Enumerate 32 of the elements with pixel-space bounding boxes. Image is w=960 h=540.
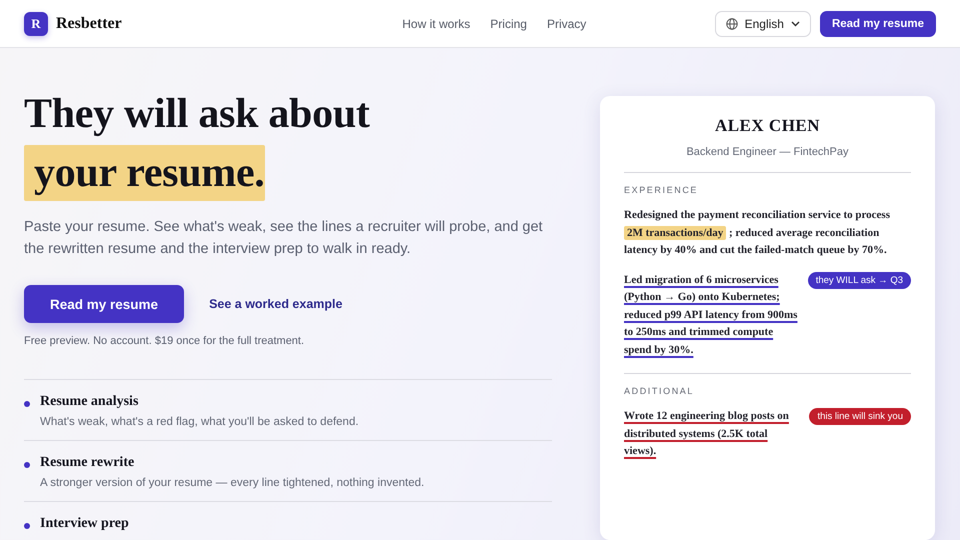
resume-bullet: Wrote 12 engineering blog posts on distributed systems (2.5K total views). (624, 409, 790, 459)
resume-bullet: Redesigned the payment reconciliation service to process 2M transactions/day ; reduced average reconciliation latency by 40% and cut the failed-match queue by 70%. (624, 208, 891, 258)
chevron-down-icon (790, 20, 800, 26)
globe-icon (726, 18, 738, 30)
feature-title: Resume analysis (40, 394, 140, 410)
feature-description: A stronger version of your resume — every line tightened, nothing invented. (40, 477, 424, 489)
read-resume-button[interactable]: Read my resume (820, 10, 936, 36)
bullet-dot (24, 401, 30, 407)
nav-link[interactable]: Pricing (490, 16, 527, 30)
logo-mark[interactable]: R (24, 12, 48, 36)
resume-role: Backend Engineer — FintechPay (685, 146, 850, 158)
resume-name: ALEX CHEN (714, 116, 822, 136)
intro-paragraph: Paste your resume. See what's weak, see the lines a recruiter will probe, and get the rewritten resume and the interview prep to walk in ready. (24, 218, 544, 259)
flag-tag: they WILL ask → Q3 (808, 272, 911, 288)
section-heading: ADDITIONAL (624, 386, 696, 396)
section-heading: EXPERIENCE (624, 185, 700, 195)
headline: They will ask about (24, 90, 371, 139)
bullet-dot (24, 462, 30, 468)
headline-highlight: your resume. (24, 145, 264, 201)
feature-description: What's weak, what's a red flag, what you'll be asked to defend. (40, 416, 359, 428)
nav-link[interactable]: Privacy (546, 16, 586, 30)
worked-example-link[interactable]: See a worked example (209, 297, 342, 311)
pricing-note: Free preview. No account. $19 once for the full treatment. (24, 335, 306, 347)
brand-name[interactable]: Resbetter (56, 14, 122, 32)
bullet-dot (24, 523, 30, 529)
read-resume-button[interactable]: Read my resume (24, 285, 184, 323)
language-selector[interactable]: English (714, 10, 811, 36)
flag-tag: this line will sink you (809, 408, 911, 425)
resume-bullet: Led migration of 6 microservices (Python → Go) onto Kubernetes; reduced p99 API latency from 900ms to 250ms and trimmed compute spend by 30%. (624, 272, 798, 358)
nav-link[interactable]: How it works (402, 16, 470, 30)
feature-title: Interview prep (40, 516, 129, 532)
feature-title: Resume rewrite (40, 455, 136, 471)
